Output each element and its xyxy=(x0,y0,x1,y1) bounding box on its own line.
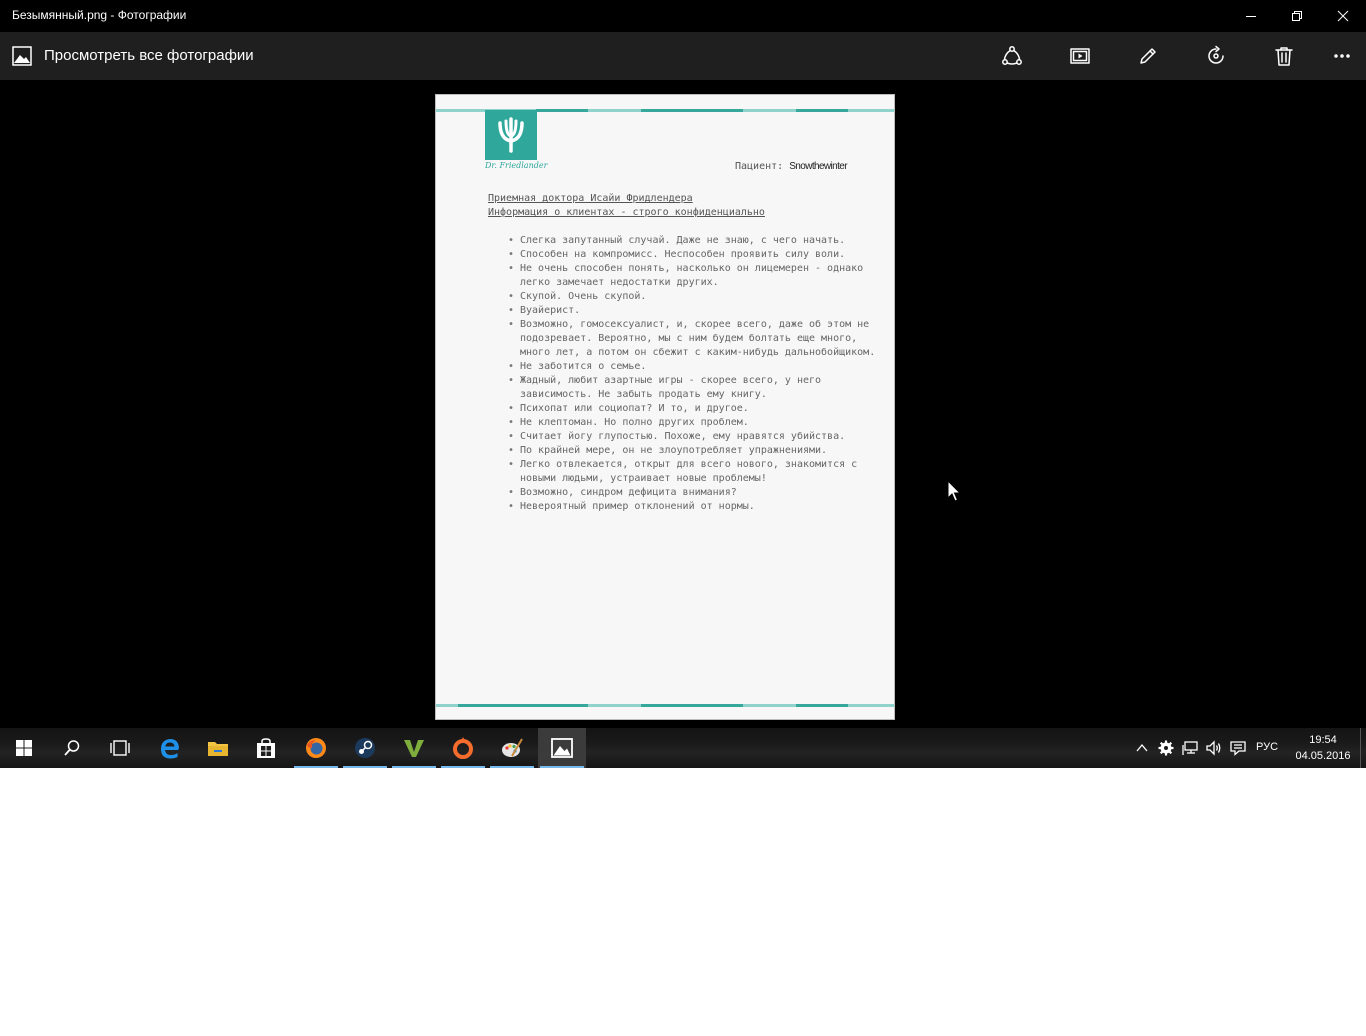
chevron-up-icon xyxy=(1136,743,1148,752)
note-item: Считает йогу глупостью. Похоже, ему нрав… xyxy=(508,430,880,444)
search-button[interactable] xyxy=(48,728,96,768)
note-item: Способен на компромисс. Неспособен прояв… xyxy=(508,248,880,262)
rotate-icon xyxy=(1208,45,1224,64)
show-hidden-icons-button[interactable] xyxy=(1132,738,1152,758)
note-item: Психопат или социопат? И то, и другое. xyxy=(508,402,880,416)
delete-button[interactable] xyxy=(1264,40,1304,72)
edge-icon xyxy=(161,739,179,759)
taskbar-photos[interactable] xyxy=(538,728,586,768)
document-heading: Приемная доктора Исайи Фридлендера Инфор… xyxy=(488,192,765,220)
gear-icon xyxy=(1158,740,1174,756)
network-icon xyxy=(1182,741,1198,755)
more-button[interactable] xyxy=(1322,40,1362,72)
app-bar: Просмотреть все фотографии xyxy=(0,32,1366,80)
mouse-cursor-icon xyxy=(947,480,962,502)
clinic-logo xyxy=(485,110,537,160)
slideshow-icon xyxy=(1070,48,1090,64)
note-item: Легко отвлекается, открыт для всего ново… xyxy=(508,458,880,486)
folder-icon xyxy=(208,742,228,756)
restore-icon xyxy=(1292,11,1302,21)
start-button[interactable] xyxy=(0,728,48,768)
trash-icon xyxy=(1275,47,1293,66)
note-item: Не клептоман. Но полно других проблем. xyxy=(508,416,880,430)
clock-time: 19:54 xyxy=(1309,734,1337,746)
minimize-icon xyxy=(1246,16,1256,17)
action-center-button[interactable] xyxy=(1228,738,1248,758)
clinic-logo-icon xyxy=(498,117,524,153)
clock-date: 04.05.2016 xyxy=(1295,750,1351,762)
input-language-indicator[interactable]: РУС xyxy=(1256,741,1278,753)
bottom-stripe xyxy=(436,704,894,707)
slideshow-button[interactable] xyxy=(1060,40,1100,72)
note-item: Не очень способен понять, насколько он л… xyxy=(508,262,880,290)
taskbar-paint[interactable] xyxy=(488,728,536,768)
taskbar-steam[interactable] xyxy=(341,728,389,768)
windows-logo-icon xyxy=(16,740,32,756)
note-item: Возможно, гомосексуалист, и, скорее всег… xyxy=(508,318,880,360)
title-bar[interactable]: Безымянный.png - Фотографии xyxy=(0,0,1366,32)
network-button[interactable] xyxy=(1180,738,1200,758)
logo-signature: Dr. Friedlander xyxy=(485,161,548,170)
edit-button[interactable] xyxy=(1128,40,1168,72)
note-item: Скупой. Очень скупой. xyxy=(508,290,880,304)
gta-v-icon xyxy=(404,740,424,757)
restore-button[interactable] xyxy=(1274,0,1320,32)
patient-label: Пациент: xyxy=(735,161,784,172)
note-item: Невероятный пример отклонений от нормы. xyxy=(508,500,880,514)
patient-line: Пациент: Snowthewinter xyxy=(735,161,848,172)
heading-line-2: Информация о клиентах - строго конфиденц… xyxy=(488,207,765,218)
patient-name: Snowthewinter xyxy=(789,161,847,172)
taskbar-gta-v[interactable] xyxy=(390,728,438,768)
search-icon xyxy=(64,740,80,756)
speaker-icon xyxy=(1206,740,1221,756)
photos-app-icon xyxy=(551,738,573,758)
origin-icon xyxy=(453,737,473,759)
show-desktop-button[interactable] xyxy=(1360,728,1366,768)
more-icon xyxy=(1334,54,1350,58)
note-item: Жадный, любит азартные игры - скорее все… xyxy=(508,374,880,402)
task-view-button[interactable] xyxy=(96,728,144,768)
window-title: Безымянный.png - Фотографии xyxy=(12,8,187,22)
close-button[interactable] xyxy=(1320,0,1366,32)
notifications-icon xyxy=(1230,741,1246,756)
note-item: Слегка запутанный случай. Даже не знаю, … xyxy=(508,234,880,248)
photo-viewer[interactable]: Dr. Friedlander Пациент: Snowthewinter П… xyxy=(0,80,1366,728)
edit-icon xyxy=(1140,48,1156,64)
tray-settings-button[interactable] xyxy=(1156,738,1176,758)
share-button[interactable] xyxy=(992,40,1032,72)
rotate-button[interactable] xyxy=(1196,40,1236,72)
steam-icon xyxy=(355,738,375,758)
taskbar-origin[interactable] xyxy=(439,728,487,768)
store-icon xyxy=(257,738,275,758)
taskbar-file-explorer[interactable] xyxy=(194,728,242,768)
photos-icon[interactable] xyxy=(12,46,32,66)
note-item: Возможно, синдром дефицита внимания? xyxy=(508,486,880,500)
screen: Безымянный.png - Фотографии Просмотреть … xyxy=(0,0,1366,768)
clock[interactable]: 19:54 04.05.2016 xyxy=(1288,732,1358,764)
taskbar-edge[interactable] xyxy=(146,728,194,768)
taskbar: РУС 19:54 04.05.2016 xyxy=(0,728,1366,768)
close-icon xyxy=(1337,10,1349,22)
firefox-icon xyxy=(306,738,326,758)
share-icon xyxy=(1002,46,1022,65)
taskbar-firefox[interactable] xyxy=(292,728,340,768)
heading-line-1: Приемная доктора Исайи Фридлендера xyxy=(488,193,693,204)
volume-button[interactable] xyxy=(1204,738,1224,758)
task-view-icon xyxy=(110,740,130,756)
note-item: Вуайерист. xyxy=(508,304,880,318)
notes-list: Слегка запутанный случай. Даже не знаю, … xyxy=(508,234,880,514)
taskbar-store[interactable] xyxy=(242,728,290,768)
minimize-button[interactable] xyxy=(1228,0,1274,32)
paint-palette-icon xyxy=(502,738,523,757)
note-item: По крайней мере, он не злоупотребляет уп… xyxy=(508,444,880,458)
view-all-photos-link[interactable]: Просмотреть все фотографии xyxy=(44,47,254,64)
note-item: Не заботится о семье. xyxy=(508,360,880,374)
document-image: Dr. Friedlander Пациент: Snowthewinter П… xyxy=(435,94,895,720)
